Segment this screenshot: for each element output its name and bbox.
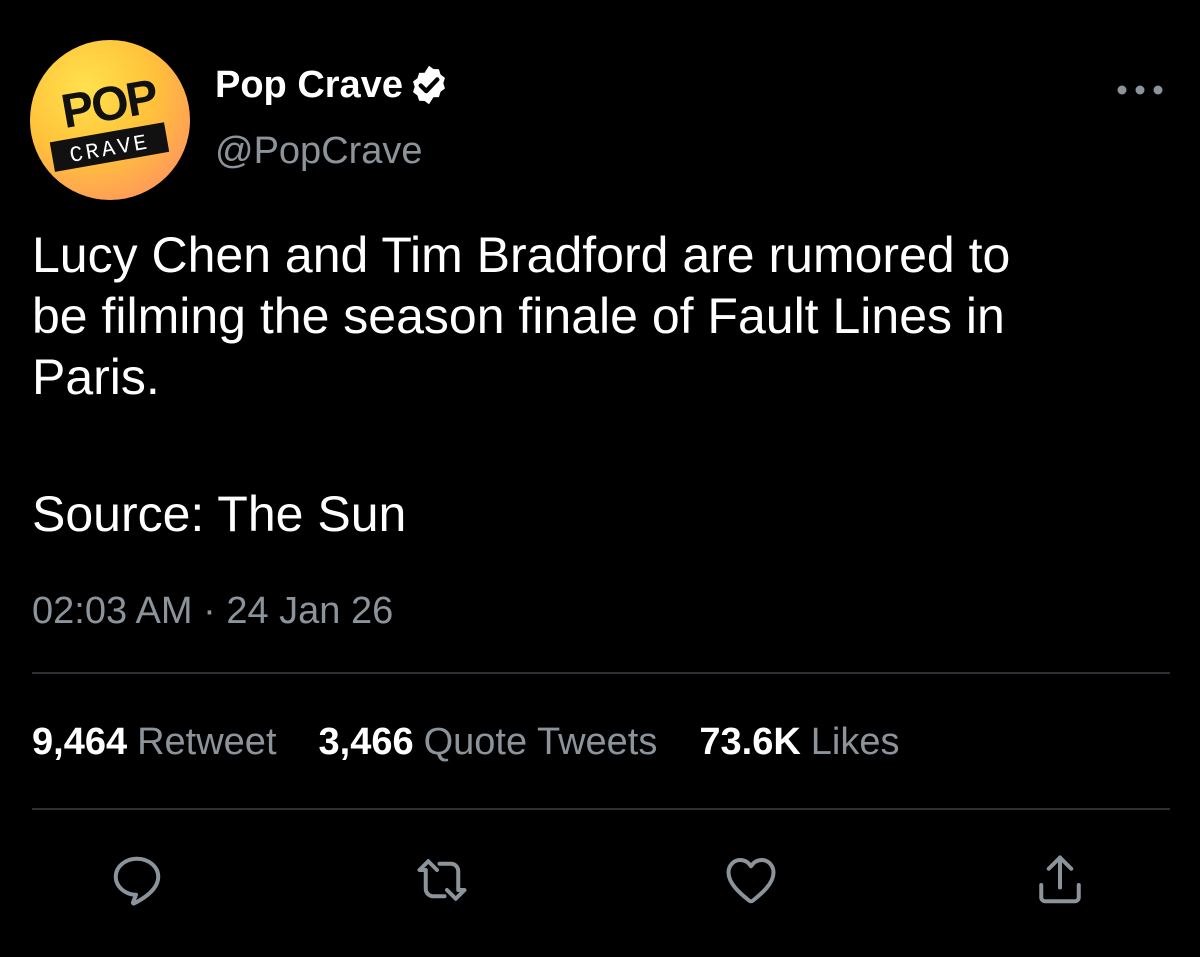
divider-top: [32, 672, 1170, 674]
retweet-button[interactable]: [412, 850, 472, 910]
tweet-stats: 9,464 Retweet 3,466 Quote Tweets 73.6K Like…: [32, 717, 942, 767]
reply-button[interactable]: [107, 850, 167, 910]
share-icon: [1039, 855, 1081, 904]
quote-tweets-label: Quote Tweets: [423, 721, 658, 763]
tweet-body: Lucy Chen and Tim Bradford are rumored t…: [32, 227, 1011, 405]
tweet-text: Lucy Chen and Tim Bradford are rumored t…: [32, 225, 1182, 408]
quote-tweets-stat[interactable]: 3,466 Quote Tweets: [319, 717, 658, 767]
likes-count: 73.6K: [699, 721, 801, 763]
user-handle[interactable]: @PopCrave: [215, 126, 423, 176]
likes-label: Likes: [810, 721, 900, 763]
more-icon: [1117, 85, 1163, 95]
retweets-stat[interactable]: 9,464 Retweet: [32, 717, 277, 767]
heart-icon: [726, 858, 776, 904]
pop-crave-logo: POP CRAVE: [49, 70, 170, 172]
display-name-text: Pop Crave: [215, 64, 403, 106]
tweet-card: POP CRAVE Pop Crave @PopCrave Lucy Chen …: [0, 0, 1200, 957]
reply-icon: [113, 856, 161, 906]
retweet-icon: [417, 859, 467, 901]
likes-stat[interactable]: 73.6K Likes: [699, 717, 899, 767]
like-button[interactable]: [721, 850, 781, 910]
share-button[interactable]: [1030, 850, 1090, 910]
avatar[interactable]: POP CRAVE: [30, 40, 190, 200]
verified-badge-icon: [413, 65, 445, 105]
more-options-button[interactable]: [1110, 70, 1170, 110]
tweet-timestamp[interactable]: 02:03 AM · 24 Jan 26: [32, 586, 393, 636]
retweets-count: 9,464: [32, 721, 128, 763]
divider-bottom: [32, 808, 1170, 810]
retweets-label: Retweet: [137, 721, 277, 763]
tweet-source-line: Source: The Sun: [32, 486, 407, 542]
quote-tweets-count: 3,466: [318, 721, 414, 763]
display-name[interactable]: Pop Crave: [215, 60, 451, 110]
